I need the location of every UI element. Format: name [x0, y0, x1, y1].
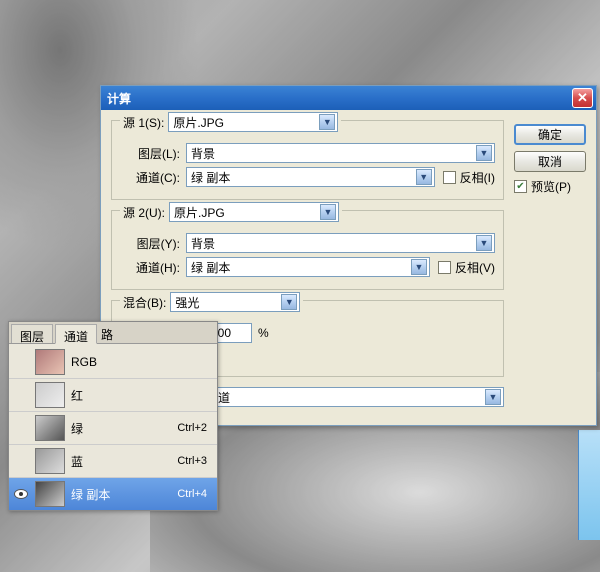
channel-row-rgb[interactable]: RGB	[9, 345, 217, 378]
cancel-button[interactable]: 取消	[514, 151, 586, 172]
channel-thumbnail	[35, 481, 65, 507]
tab-more[interactable]: 路	[97, 322, 117, 343]
source1-group: 源 1(S): 原片.JPG ▼ 图层(L): 背景 ▼ 通道(C):	[111, 120, 504, 200]
source1-layer-label: 图层(L):	[120, 145, 180, 162]
percent-label: %	[258, 326, 269, 340]
chevron-down-icon: ▼	[485, 389, 501, 405]
source2-label: 源 2(U):	[123, 204, 165, 221]
chevron-down-icon: ▼	[476, 145, 492, 161]
source2-layer-select[interactable]: 背景 ▼	[186, 233, 495, 253]
blend-label: 混合(B):	[123, 294, 166, 311]
tab-channels[interactable]: 通道	[55, 324, 97, 344]
channel-thumbnail	[35, 382, 65, 408]
visibility-icon[interactable]	[14, 489, 28, 499]
channel-thumbnail	[35, 349, 65, 375]
source2-layer-label: 图层(Y):	[120, 235, 180, 252]
checkbox-icon	[438, 261, 451, 274]
dialog-title: 计算	[107, 90, 569, 107]
channel-row-blue[interactable]: 蓝 Ctrl+3	[9, 444, 217, 477]
blend-mode-select[interactable]: 强光 ▼	[170, 292, 300, 312]
panel-tabs: 图层 通道 路	[9, 322, 217, 344]
source1-channel-label: 通道(C):	[120, 169, 180, 186]
channels-panel: 图层 通道 路 RGB 红 绿 Ctrl+2 蓝 Ctrl+3	[8, 321, 218, 511]
chevron-down-icon: ▼	[476, 235, 492, 251]
close-icon[interactable]: ✕	[572, 88, 593, 108]
channel-thumbnail	[35, 448, 65, 474]
dialog-titlebar[interactable]: 计算 ✕	[101, 86, 596, 110]
edge-strip	[578, 430, 600, 540]
chevron-down-icon: ▼	[416, 169, 432, 185]
source1-invert-checkbox[interactable]: 反相(I)	[443, 169, 495, 186]
source2-file-select[interactable]: 原片.JPG ▼	[169, 202, 339, 222]
source1-label: 源 1(S):	[123, 114, 164, 131]
source2-channel-label: 通道(H):	[120, 259, 180, 276]
checkbox-icon	[443, 171, 456, 184]
source1-channel-select[interactable]: 绿 副本 ▼	[186, 167, 435, 187]
chevron-down-icon: ▼	[411, 259, 427, 275]
channel-row-green-copy[interactable]: 绿 副本 Ctrl+4	[9, 477, 217, 510]
channel-row-red[interactable]: 红	[9, 378, 217, 411]
channel-row-green[interactable]: 绿 Ctrl+2	[9, 411, 217, 444]
channel-thumbnail	[35, 415, 65, 441]
chevron-down-icon: ▼	[320, 204, 336, 220]
source2-group: 源 2(U): 原片.JPG ▼ 图层(Y): 背景 ▼ 通道(H):	[111, 210, 504, 290]
ok-button[interactable]: 确定	[514, 124, 586, 145]
source1-layer-select[interactable]: 背景 ▼	[186, 143, 495, 163]
preview-checkbox[interactable]: ✔ 预览(P)	[514, 178, 586, 195]
source1-file-select[interactable]: 原片.JPG ▼	[168, 112, 338, 132]
result-select[interactable]: 新建通道 ▼	[177, 387, 504, 407]
chevron-down-icon: ▼	[319, 114, 335, 130]
checkbox-icon: ✔	[514, 180, 527, 193]
tab-layers[interactable]: 图层	[11, 324, 53, 343]
source2-channel-select[interactable]: 绿 副本 ▼	[186, 257, 430, 277]
source2-invert-checkbox[interactable]: 反相(V)	[438, 259, 495, 276]
chevron-down-icon: ▼	[281, 294, 297, 310]
